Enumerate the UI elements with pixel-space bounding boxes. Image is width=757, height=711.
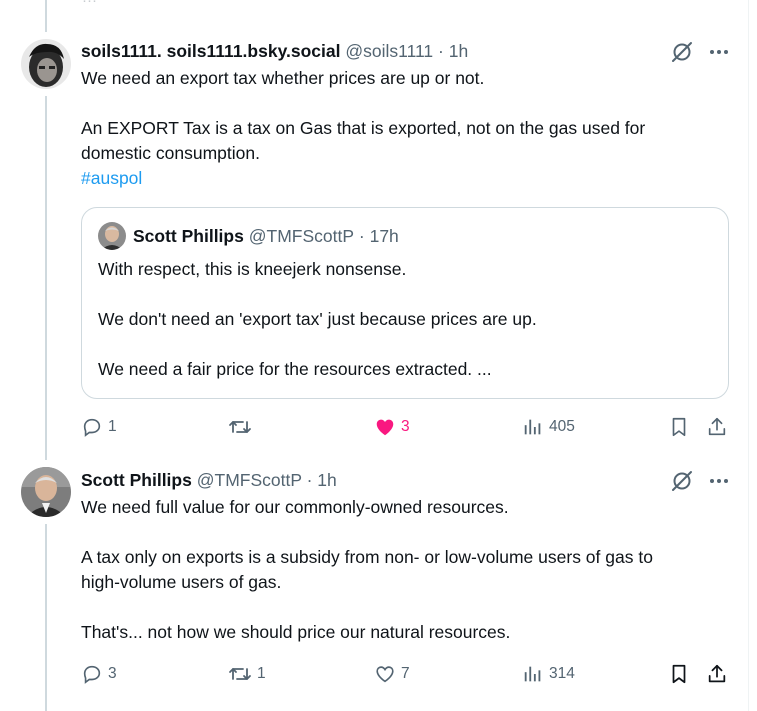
post-top-icons bbox=[670, 40, 730, 64]
action-bar: 1 3 405 bbox=[81, 412, 731, 442]
repost-icon bbox=[229, 421, 251, 433]
text-line: With respect, this is kneejerk nonsense. bbox=[98, 259, 407, 279]
views-count: 405 bbox=[549, 418, 575, 435]
quote-text: With respect, this is kneejerk nonsense.… bbox=[98, 257, 708, 382]
quote-timestamp: 17h bbox=[369, 225, 399, 246]
repost-button[interactable]: 1 bbox=[228, 659, 266, 689]
like-button[interactable]: 7 bbox=[374, 659, 410, 689]
text-line: We need full value for our commonly-owne… bbox=[81, 497, 509, 517]
bookmark-button[interactable] bbox=[668, 659, 690, 689]
display-name[interactable]: Scott Phillips bbox=[81, 470, 192, 490]
reply-button[interactable]: 1 bbox=[81, 412, 117, 442]
separator: · bbox=[306, 470, 313, 490]
text-line: We don't need an 'export tax' just becau… bbox=[98, 309, 537, 329]
share-button[interactable] bbox=[706, 659, 728, 689]
reply-count: 1 bbox=[108, 418, 117, 435]
timeline-border bbox=[748, 0, 749, 711]
post-content: Scott Phillips @TMFScottP · 1h We need f… bbox=[81, 469, 731, 645]
bookmark-icon bbox=[672, 417, 686, 437]
more-icon[interactable] bbox=[708, 470, 730, 492]
repost-button[interactable] bbox=[228, 412, 257, 442]
avatar[interactable] bbox=[21, 467, 71, 517]
share-icon bbox=[708, 417, 726, 436]
views-icon bbox=[524, 666, 541, 682]
reply-count: 3 bbox=[108, 665, 117, 682]
post-text: We need an export tax whether prices are… bbox=[81, 66, 731, 191]
text-line: A tax only on exports is a subsidy from … bbox=[81, 547, 653, 567]
bookmark-icon bbox=[672, 664, 686, 684]
post-scott-phillips[interactable]: Scott Phillips @TMFScottP · 1h We need f… bbox=[0, 460, 748, 711]
quote-handle: @TMFScottP bbox=[248, 225, 355, 246]
post-text: We need full value for our commonly-owne… bbox=[81, 495, 731, 645]
text-line: domestic consumption. bbox=[81, 143, 260, 163]
text-line: That's... not how we should price our na… bbox=[81, 622, 511, 642]
display-name[interactable]: soils1111. soils1111.bsky.social bbox=[81, 41, 340, 61]
post-header: soils1111. soils1111.bsky.social @soils1… bbox=[81, 40, 731, 62]
like-button[interactable]: 3 bbox=[374, 412, 410, 442]
post-top-icons bbox=[670, 469, 730, 493]
heart-icon bbox=[376, 419, 394, 436]
post-content: soils1111. soils1111.bsky.social @soils1… bbox=[81, 40, 731, 191]
post-header: Scott Phillips @TMFScottP · 1h bbox=[81, 469, 731, 491]
timestamp[interactable]: 1h bbox=[449, 41, 468, 61]
grok-icon[interactable] bbox=[670, 469, 694, 493]
quote-header: Scott Phillips @TMFScottP · 17h bbox=[98, 222, 399, 250]
hashtag-link[interactable]: #auspol bbox=[81, 168, 142, 188]
grok-icon[interactable] bbox=[670, 40, 694, 64]
text-line: We need an export tax whether prices are… bbox=[81, 68, 485, 88]
bookmark-button[interactable] bbox=[668, 412, 690, 442]
post-soils1111[interactable]: soils1111. soils1111.bsky.social @soils1… bbox=[0, 0, 748, 460]
handle[interactable]: @soils1111 bbox=[345, 41, 433, 61]
share-icon bbox=[708, 664, 726, 683]
text-line: high-volume users of gas. bbox=[81, 572, 282, 592]
separator: · bbox=[438, 41, 444, 61]
text-line: An EXPORT Tax is a tax on Gas that is ex… bbox=[81, 118, 646, 138]
views-button[interactable]: 405 bbox=[522, 412, 575, 442]
more-icon[interactable] bbox=[708, 41, 730, 63]
views-count: 314 bbox=[549, 665, 575, 682]
handle[interactable]: @TMFScottP bbox=[197, 470, 302, 490]
like-count: 7 bbox=[401, 665, 410, 682]
avatar[interactable] bbox=[21, 39, 71, 89]
quoted-post[interactable]: Scott Phillips @TMFScottP · 17h With res… bbox=[81, 207, 729, 399]
text-line: We need a fair price for the resources e… bbox=[98, 359, 492, 379]
reply-button[interactable]: 3 bbox=[81, 659, 117, 689]
views-icon bbox=[524, 419, 541, 435]
action-bar: 3 1 7 314 bbox=[81, 659, 731, 689]
quote-display-name: Scott Phillips bbox=[133, 225, 244, 246]
timestamp[interactable]: 1h bbox=[317, 470, 336, 490]
quote-avatar bbox=[98, 222, 126, 250]
reply-icon bbox=[83, 665, 101, 684]
reply-icon bbox=[83, 418, 101, 437]
like-count: 3 bbox=[401, 418, 410, 435]
share-button[interactable] bbox=[706, 412, 728, 442]
views-button[interactable]: 314 bbox=[522, 659, 575, 689]
repost-count: 1 bbox=[257, 665, 266, 682]
heart-icon bbox=[376, 666, 394, 683]
separator: · bbox=[358, 225, 365, 246]
repost-icon bbox=[229, 668, 251, 680]
